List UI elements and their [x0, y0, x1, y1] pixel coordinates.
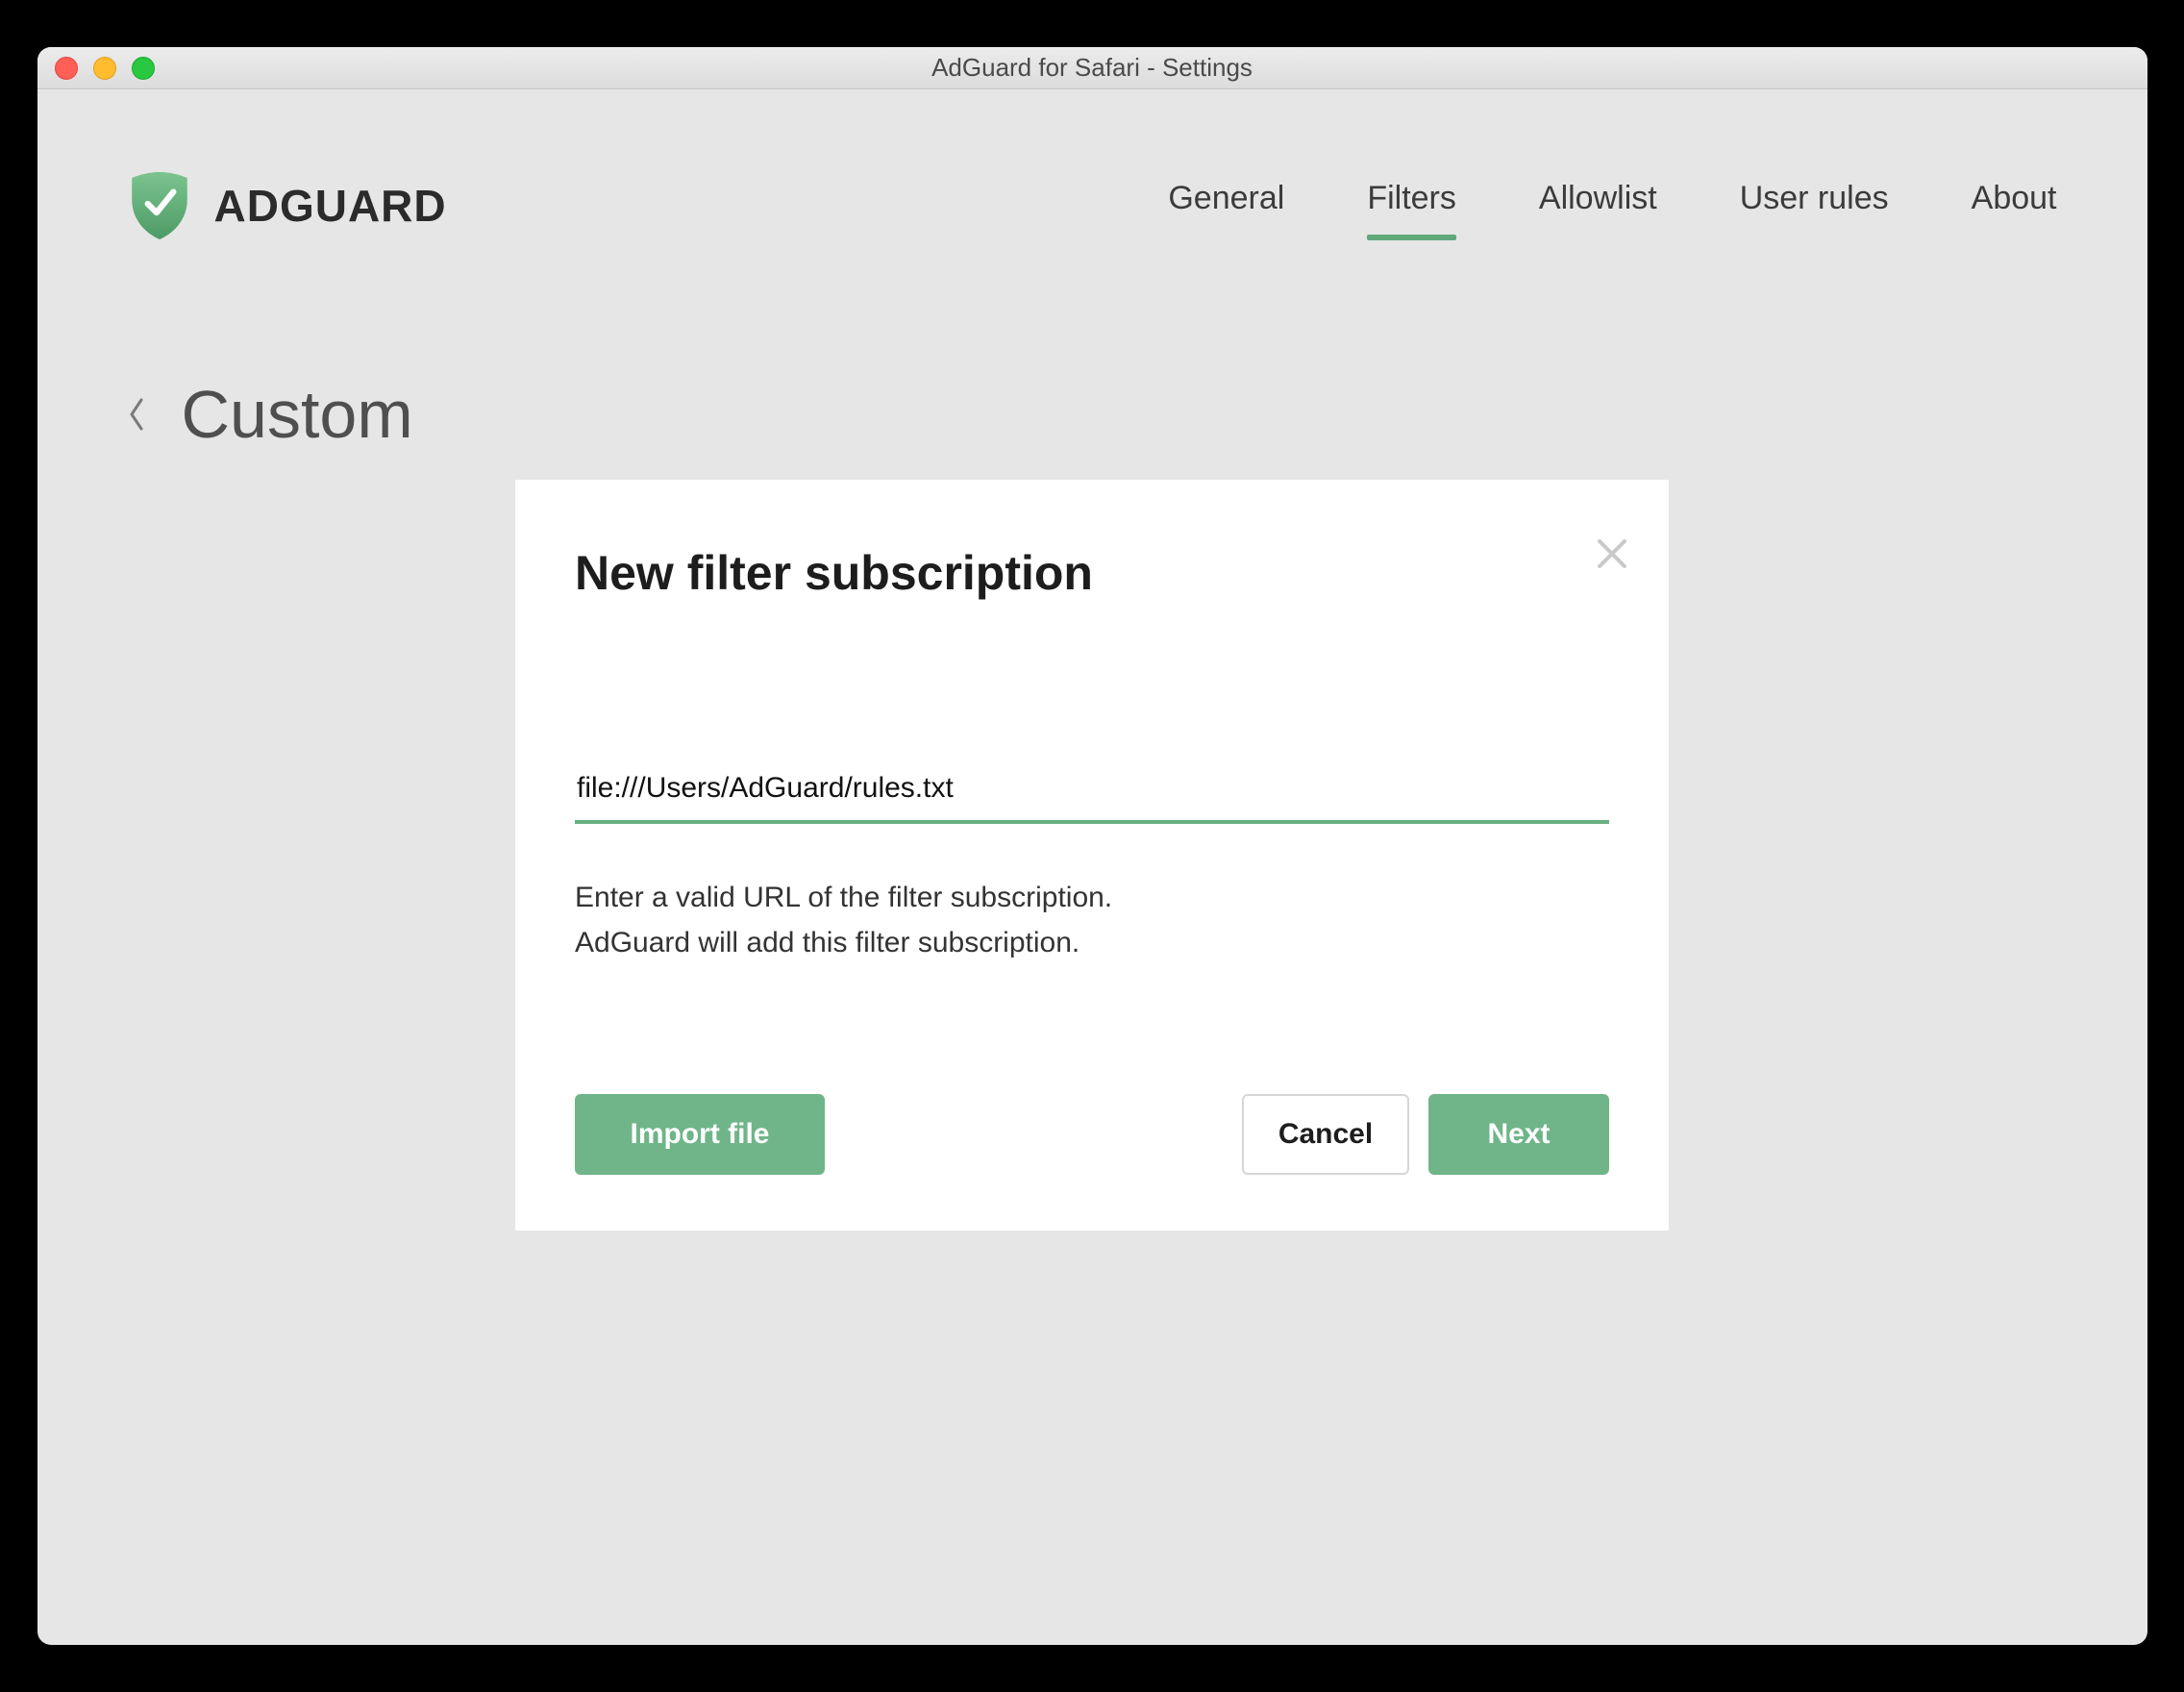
- nav-general[interactable]: General: [1168, 180, 1284, 233]
- modal-close-button[interactable]: [1596, 537, 1628, 570]
- nav-about[interactable]: About: [1972, 180, 2057, 233]
- helper-text: Enter a valid URL of the filter subscrip…: [575, 876, 1609, 965]
- nav-user-rules[interactable]: User rules: [1740, 180, 1889, 233]
- window-maximize-button[interactable]: [132, 57, 155, 80]
- breadcrumb: Custom: [128, 376, 2057, 453]
- shield-check-icon: [128, 170, 191, 241]
- traffic-lights: [55, 57, 155, 80]
- window-title: AdGuard for Safari - Settings: [37, 53, 2147, 83]
- next-button[interactable]: Next: [1428, 1094, 1609, 1175]
- new-filter-modal: New filter subscription Enter a valid UR…: [515, 480, 1669, 1231]
- modal-title: New filter subscription: [575, 545, 1609, 601]
- helper-line-2: AdGuard will add this filter subscriptio…: [575, 921, 1609, 966]
- filter-url-input[interactable]: [575, 762, 1609, 824]
- import-file-button[interactable]: Import file: [575, 1094, 825, 1175]
- header-row: ADGUARD General Filters Allowlist User r…: [128, 170, 2057, 241]
- brand-name: ADGUARD: [214, 180, 447, 232]
- close-icon: [1596, 537, 1628, 570]
- chevron-left-icon[interactable]: [128, 398, 145, 431]
- page-title: Custom: [182, 376, 413, 453]
- app-window: AdGuard for Safari - Settings ADGUARD: [37, 47, 2147, 1645]
- window-minimize-button[interactable]: [93, 57, 116, 80]
- content-area: ADGUARD General Filters Allowlist User r…: [37, 89, 2147, 1645]
- helper-line-1: Enter a valid URL of the filter subscrip…: [575, 876, 1609, 921]
- nav-allowlist[interactable]: Allowlist: [1539, 180, 1657, 233]
- modal-footer: Import file Cancel Next: [575, 1094, 1609, 1175]
- titlebar: AdGuard for Safari - Settings: [37, 47, 2147, 89]
- nav-filters[interactable]: Filters: [1367, 180, 1456, 233]
- window-close-button[interactable]: [55, 57, 78, 80]
- top-nav: General Filters Allowlist User rules Abo…: [1168, 180, 2056, 233]
- cancel-button[interactable]: Cancel: [1242, 1094, 1409, 1175]
- brand: ADGUARD: [128, 170, 447, 241]
